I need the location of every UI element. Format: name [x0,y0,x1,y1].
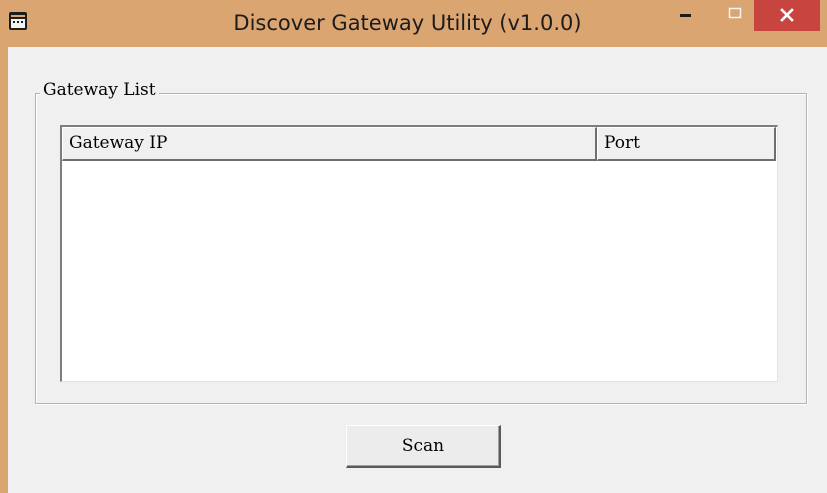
gateway-list-label: Gateway List [40,78,159,102]
close-icon [780,8,794,22]
minimize-button[interactable] [669,0,703,29]
listview-header: Gateway IP Port [62,127,776,161]
application-window: Discover Gateway Utility (v1.0.0) Gatewa… [0,0,827,493]
title-bar[interactable]: Discover Gateway Utility (v1.0.0) [0,0,827,47]
window-client-area: Gateway List Gateway IP Port Scan [8,47,827,493]
close-button[interactable] [754,0,820,31]
minimize-icon [680,14,691,17]
gateway-listview[interactable]: Gateway IP Port [60,125,778,382]
listview-body[interactable] [62,161,776,379]
column-header-gateway-ip[interactable]: Gateway IP [62,127,597,161]
scan-button[interactable]: Scan [346,425,501,468]
column-header-port[interactable]: Port [597,127,776,161]
maximize-icon [728,7,742,19]
maximize-button[interactable] [718,0,752,29]
